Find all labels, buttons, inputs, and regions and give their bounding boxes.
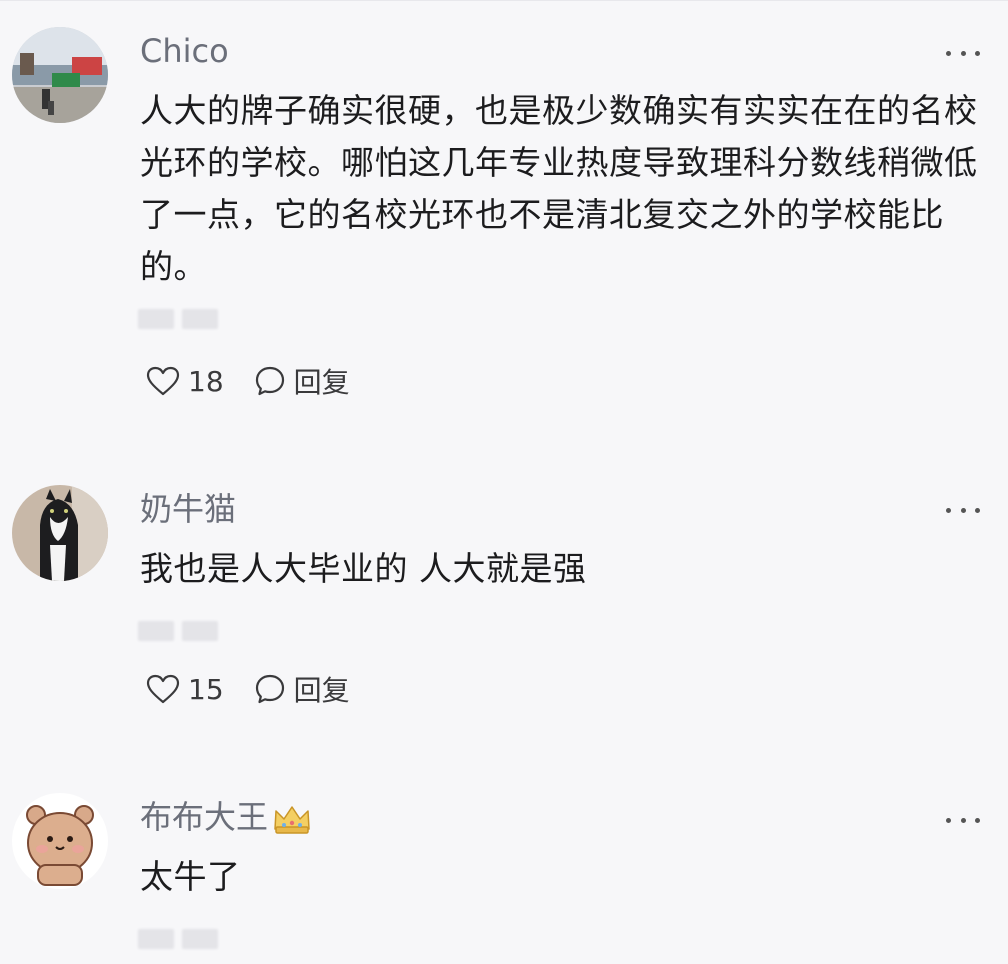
comment-list: Chico 人大的牌子确实很硬，也是极少数确实有实实在在的名校光环的学校。哪怕这… [0,0,1008,964]
reply-label: 回复 [293,674,350,707]
comment-text: 太牛了 [140,857,241,896]
comment-actions: 15 回复 [146,671,350,707]
username-text: 布布大王 [140,798,269,836]
comment-text: 我也是人大毕业的 人大就是强 [140,549,587,588]
comment-meta-blurred [138,621,218,645]
crown-icon [274,806,310,834]
comment-meta-blurred [138,929,218,953]
reply-label: 回复 [293,366,350,399]
reply-button[interactable]: 回复 [254,669,350,709]
like-button[interactable]: 18 [146,365,224,398]
user-avatar[interactable] [12,485,108,581]
more-options-icon[interactable] [946,815,980,825]
tuxedo-cat-avatar-icon [12,485,108,581]
like-count: 15 [188,672,224,706]
comment-actions: 18 回复 [146,363,350,399]
more-options-icon[interactable] [946,48,980,58]
comment-bubble-icon [255,674,284,704]
like-count: 18 [188,364,224,398]
comment-meta-blurred [138,309,218,333]
heart-icon [146,674,180,704]
cartoon-bear-avatar-icon [12,793,108,889]
heart-icon [146,366,180,396]
username[interactable]: Chico [140,31,229,71]
username[interactable]: 奶牛猫 [140,489,236,529]
reply-button[interactable]: 回复 [254,361,350,401]
username[interactable]: 布布大王 [140,797,312,837]
user-avatar[interactable] [12,27,108,123]
comment-bubble-icon [255,366,284,396]
street-photo-avatar-icon [12,27,108,123]
user-avatar[interactable] [12,793,108,889]
like-button[interactable]: 15 [146,673,224,706]
more-options-icon[interactable] [946,505,980,515]
comment-text: 人大的牌子确实很硬，也是极少数确实有实实在在的名校光环的学校。哪怕这几年专业热度… [140,91,978,286]
